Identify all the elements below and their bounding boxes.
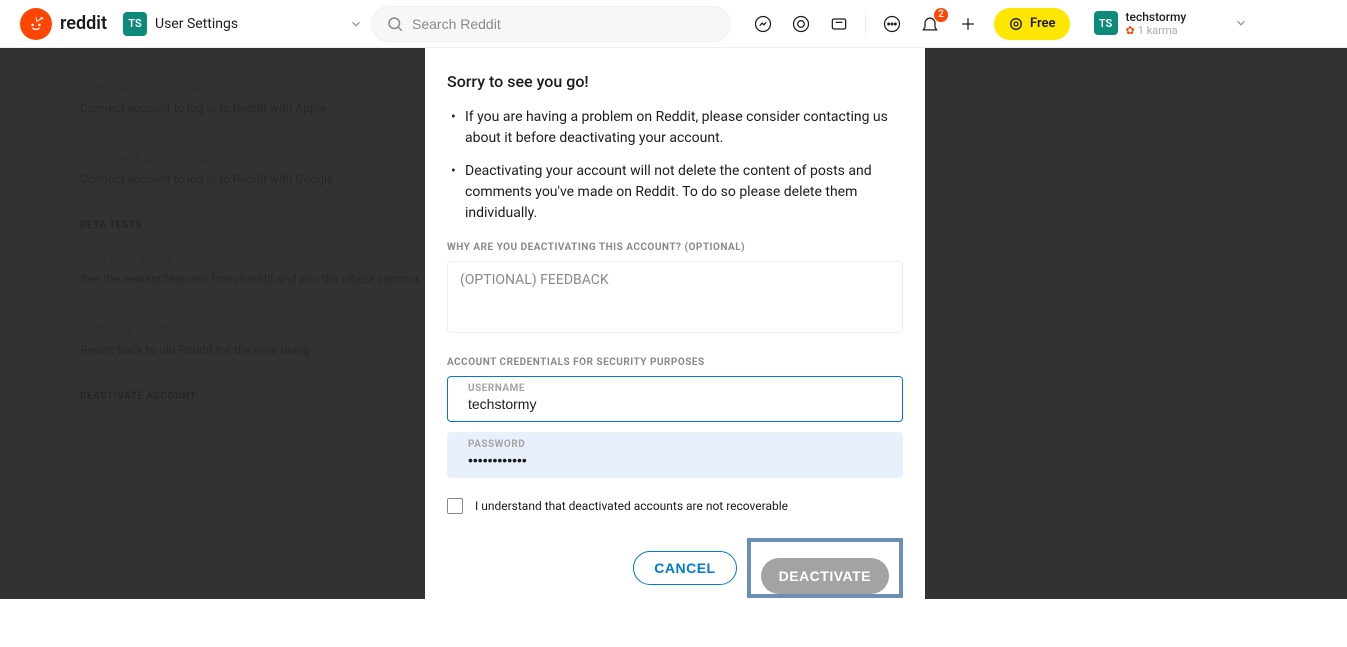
free-button[interactable]: Free [994,8,1070,40]
username-input[interactable] [468,394,882,412]
header-actions: 2 Free TS techstormy ✿ 1 karma [751,8,1248,40]
confirm-checkbox-row[interactable]: I understand that deactivated accounts a… [447,498,903,514]
deactivate-modal: Sorry to see you go! If you are having a… [425,48,925,647]
chevron-down-icon [349,17,363,31]
user-avatar-small: TS [123,12,147,36]
username-float-label: USERNAME [468,383,882,394]
karma-label: ✿ 1 karma [1126,24,1187,37]
modal-actions: CANCEL DEACTIVATE [447,538,903,598]
search-bar[interactable] [371,6,731,42]
modal-title: Sorry to see you go! [447,72,903,91]
create-post-icon[interactable] [956,12,980,36]
username-label: techstormy [1126,10,1187,24]
notifications-icon[interactable]: 2 [918,12,942,36]
reddit-wordmark: reddit [60,13,107,34]
password-float-label: PASSWORD [468,439,862,450]
coin-small-icon [1008,16,1024,32]
user-meta: techstormy ✿ 1 karma [1126,10,1187,38]
karma-icon: ✿ [1126,24,1135,37]
password-field-wrap[interactable]: PASSWORD [447,432,903,478]
cancel-button[interactable]: CANCEL [633,551,736,585]
username-field-wrap[interactable]: USERNAME [447,376,903,422]
confirm-checkbox-label: I understand that deactivated accounts a… [475,499,788,513]
search-icon [386,15,404,33]
user-menu[interactable]: TS techstormy ✿ 1 karma [1094,10,1249,38]
community-label: User Settings [155,16,341,32]
shield-icon[interactable] [827,12,851,36]
deactivate-button[interactable]: DEACTIVATE [761,558,889,594]
credentials-label: ACCOUNT CREDENTIALS FOR SECURITY PURPOSE… [447,357,903,368]
top-header: reddit TS User Settings 2 [0,0,1347,48]
community-dropdown[interactable]: TS User Settings [123,12,363,36]
popular-icon[interactable] [751,12,775,36]
free-label: Free [1030,16,1056,31]
search-input[interactable] [412,16,716,32]
user-avatar: TS [1094,11,1118,35]
chat-icon[interactable] [880,12,904,36]
reddit-icon [20,8,52,40]
feedback-input[interactable] [447,261,903,333]
content-area: Connect to Apple Connect account to log … [0,48,1347,599]
why-label: WHY ARE YOU DEACTIVATING THIS ACCOUNT? (… [447,242,903,253]
coin-icon[interactable] [789,12,813,36]
modal-bullet: If you are having a problem on Reddit, p… [447,107,903,149]
confirm-checkbox[interactable] [447,498,463,514]
reddit-logo[interactable]: reddit [20,8,107,40]
chevron-down-icon [1234,16,1248,30]
modal-bullet: Deactivating your account will not delet… [447,161,903,224]
deactivate-highlight: DEACTIVATE [747,538,903,598]
divider [865,12,866,36]
notification-badge: 2 [934,8,948,22]
password-input[interactable] [468,450,862,468]
